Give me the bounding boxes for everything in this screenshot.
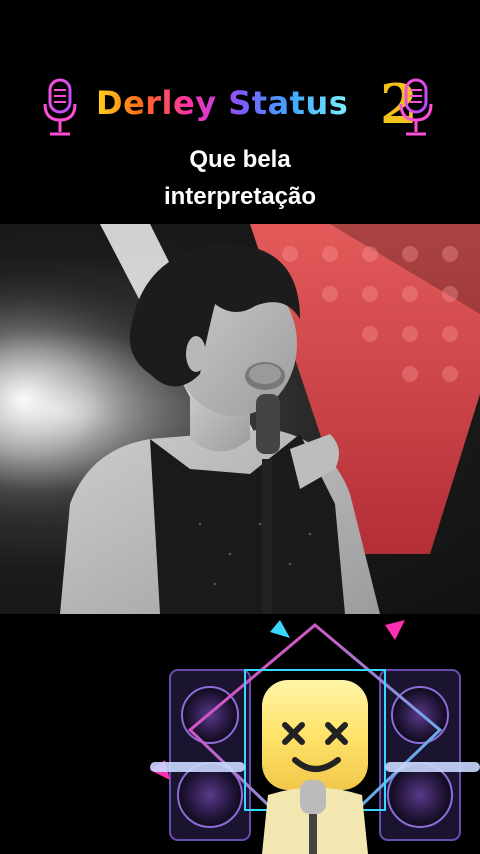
header: Derley Status 2 Que bela interpretação <box>0 0 480 222</box>
singer-image <box>0 224 480 614</box>
status-frame: Derley Status 2 Que bela interpretação <box>0 0 480 854</box>
microphone-icon <box>43 78 77 136</box>
brand-title: Derley Status <box>96 84 349 122</box>
caption-line-2: interpretação <box>163 183 317 210</box>
microphone-icon <box>399 78 433 136</box>
caption-line-1: Que bela <box>189 146 291 173</box>
brand-row: Derley Status 2 <box>0 72 480 138</box>
video-frame[interactable] <box>0 224 480 614</box>
marshmello-dj-sticker <box>150 620 480 854</box>
